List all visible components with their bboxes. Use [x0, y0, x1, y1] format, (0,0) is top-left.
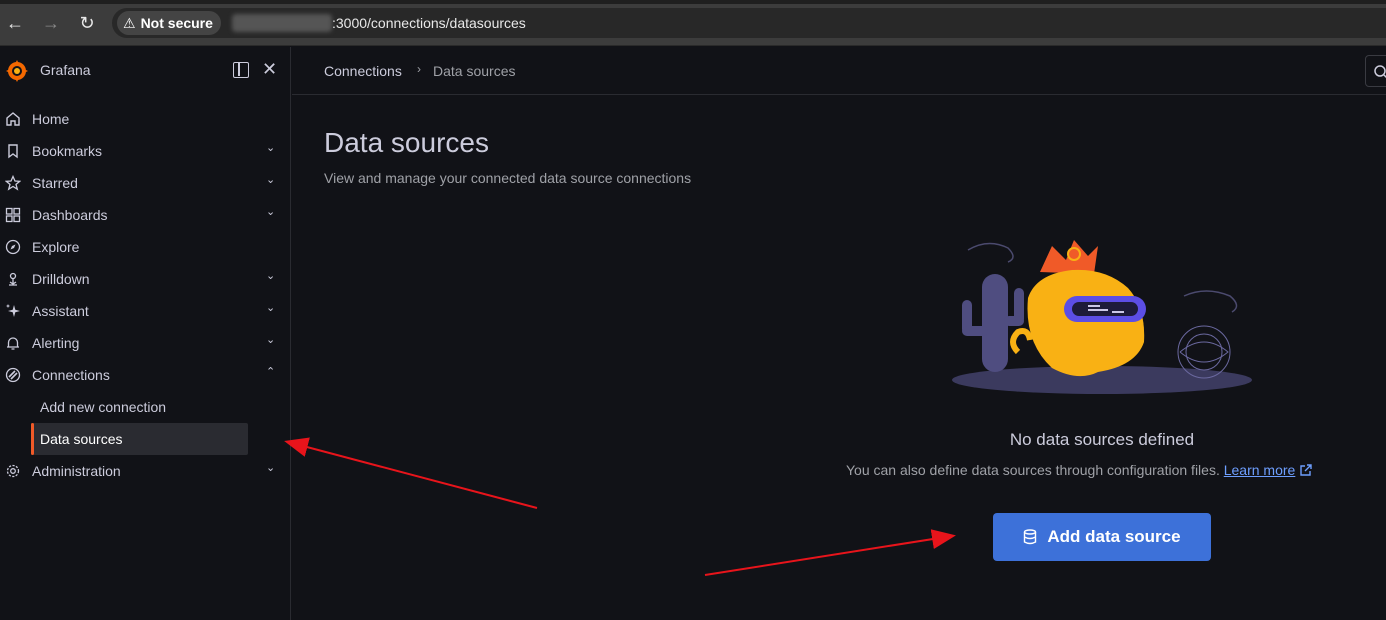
forward-icon[interactable]: →	[40, 12, 62, 34]
bell-icon	[7, 337, 19, 350]
empty-state-title: No data sources defined	[1009, 430, 1195, 449]
external-link-icon[interactable]	[1299, 463, 1313, 477]
back-icon[interactable]: ←	[4, 12, 26, 34]
nav-item-dashboards[interactable]: Dashboards ⌄	[0, 199, 291, 231]
warning-icon: ⚠	[123, 15, 136, 31]
database-icon	[1024, 529, 1037, 545]
nav-item-assistant[interactable]: Assistant ⌄	[0, 295, 291, 327]
security-label: Not secure	[140, 15, 213, 31]
connections-icon	[5, 367, 21, 383]
security-chip[interactable]: ⚠ Not secure	[117, 11, 221, 35]
chevron-down-icon[interactable]: ⌄	[266, 461, 275, 474]
reload-icon[interactable]: ↻	[76, 12, 98, 34]
grafana-logo-icon[interactable]	[5, 59, 29, 83]
address-bar[interactable]: ⚠ Not secure :3000/connections/datasourc…	[112, 8, 1386, 38]
learn-more-link[interactable]: Learn more	[1224, 462, 1296, 478]
chevron-down-icon[interactable]: ⌄	[266, 173, 275, 186]
nav-item-starred[interactable]: Starred ⌄	[0, 167, 291, 199]
browser-toolbar: ← → ↻ ⚠ Not secure :3000/connections/dat…	[0, 0, 1386, 46]
annotation-arrow-button	[704, 529, 956, 576]
gear-icon	[6, 464, 20, 478]
add-data-source-button[interactable]: Add data source	[993, 513, 1211, 561]
sub-item-data-sources[interactable]: Data sources	[31, 423, 248, 455]
brand-name: Grafana	[40, 62, 91, 78]
nav-item-label: Explore	[32, 239, 80, 255]
sidebar: Grafana ✕ Home Bookmarks ⌄ Starred ⌄ Das…	[0, 47, 291, 620]
nav-item-administration[interactable]: Administration ⌄	[0, 455, 291, 487]
chevron-down-icon[interactable]: ⌄	[266, 301, 275, 314]
nav-item-label: Connections	[32, 367, 110, 383]
chevron-down-icon[interactable]: ⌄	[266, 269, 275, 282]
page-subtitle: View and manage your connected data sour…	[324, 170, 692, 186]
search-icon	[1374, 65, 1386, 79]
empty-state-illustration	[952, 240, 1252, 394]
sub-item-label: Add new connection	[40, 399, 167, 415]
nav-item-label: Administration	[32, 463, 121, 479]
sidebar-header: Grafana ✕	[0, 47, 291, 95]
bookmark-icon	[8, 144, 18, 159]
nav-item-bookmarks[interactable]: Bookmarks ⌄	[0, 135, 291, 167]
nav-item-label: Drilldown	[32, 271, 90, 287]
sparkle-icon	[6, 304, 20, 317]
empty-state-text: You can also define data sources through…	[846, 462, 1220, 478]
nav-item-label: Home	[32, 111, 70, 127]
nav-item-label: Dashboards	[32, 207, 108, 223]
drilldown-icon	[9, 272, 17, 286]
add-data-source-label: Add data source	[1047, 527, 1181, 546]
home-icon	[6, 112, 20, 126]
close-menu-icon[interactable]: ✕	[262, 59, 277, 80]
nav-item-alerting[interactable]: Alerting ⌄	[0, 327, 291, 359]
nav-item-label: Bookmarks	[32, 143, 103, 159]
breadcrumb-separator-icon: ›	[417, 62, 421, 76]
empty-state-description: You can also define data sources through…	[846, 462, 1313, 478]
breadcrumb-connections[interactable]: Connections	[324, 63, 402, 79]
dock-menu-icon[interactable]	[233, 62, 249, 78]
nav-item-explore[interactable]: Explore	[0, 231, 291, 263]
sub-item-label: Data sources	[40, 431, 123, 447]
sub-item-add-new-connection[interactable]: Add new connection	[31, 391, 248, 423]
nav-item-drilldown[interactable]: Drilldown ⌄	[0, 263, 291, 295]
nav-item-home[interactable]: Home	[0, 103, 291, 135]
dashboards-icon	[5, 207, 21, 223]
nav-item-connections[interactable]: Connections ⌃	[0, 359, 291, 391]
star-icon	[5, 175, 21, 191]
search-button[interactable]	[1365, 55, 1386, 87]
chevron-down-icon[interactable]: ⌄	[266, 205, 275, 218]
page-title: Data sources	[324, 127, 489, 158]
nav-item-label: Starred	[32, 175, 78, 191]
nav-item-label: Assistant	[32, 303, 89, 319]
chevron-down-icon[interactable]: ⌄	[266, 333, 275, 346]
page-topbar: Connections › Data sources	[292, 47, 1386, 95]
redacted-host	[232, 14, 332, 32]
tab-strip	[0, 0, 1386, 4]
url-text[interactable]: :3000/connections/datasources	[332, 14, 526, 32]
annotation-arrow-sidebar	[284, 437, 538, 509]
chevron-up-icon[interactable]: ⌃	[266, 365, 275, 378]
compass-icon	[5, 239, 21, 255]
chevron-down-icon[interactable]: ⌄	[266, 141, 275, 154]
breadcrumb-current: Data sources	[433, 63, 516, 79]
nav-item-label: Alerting	[32, 335, 80, 351]
